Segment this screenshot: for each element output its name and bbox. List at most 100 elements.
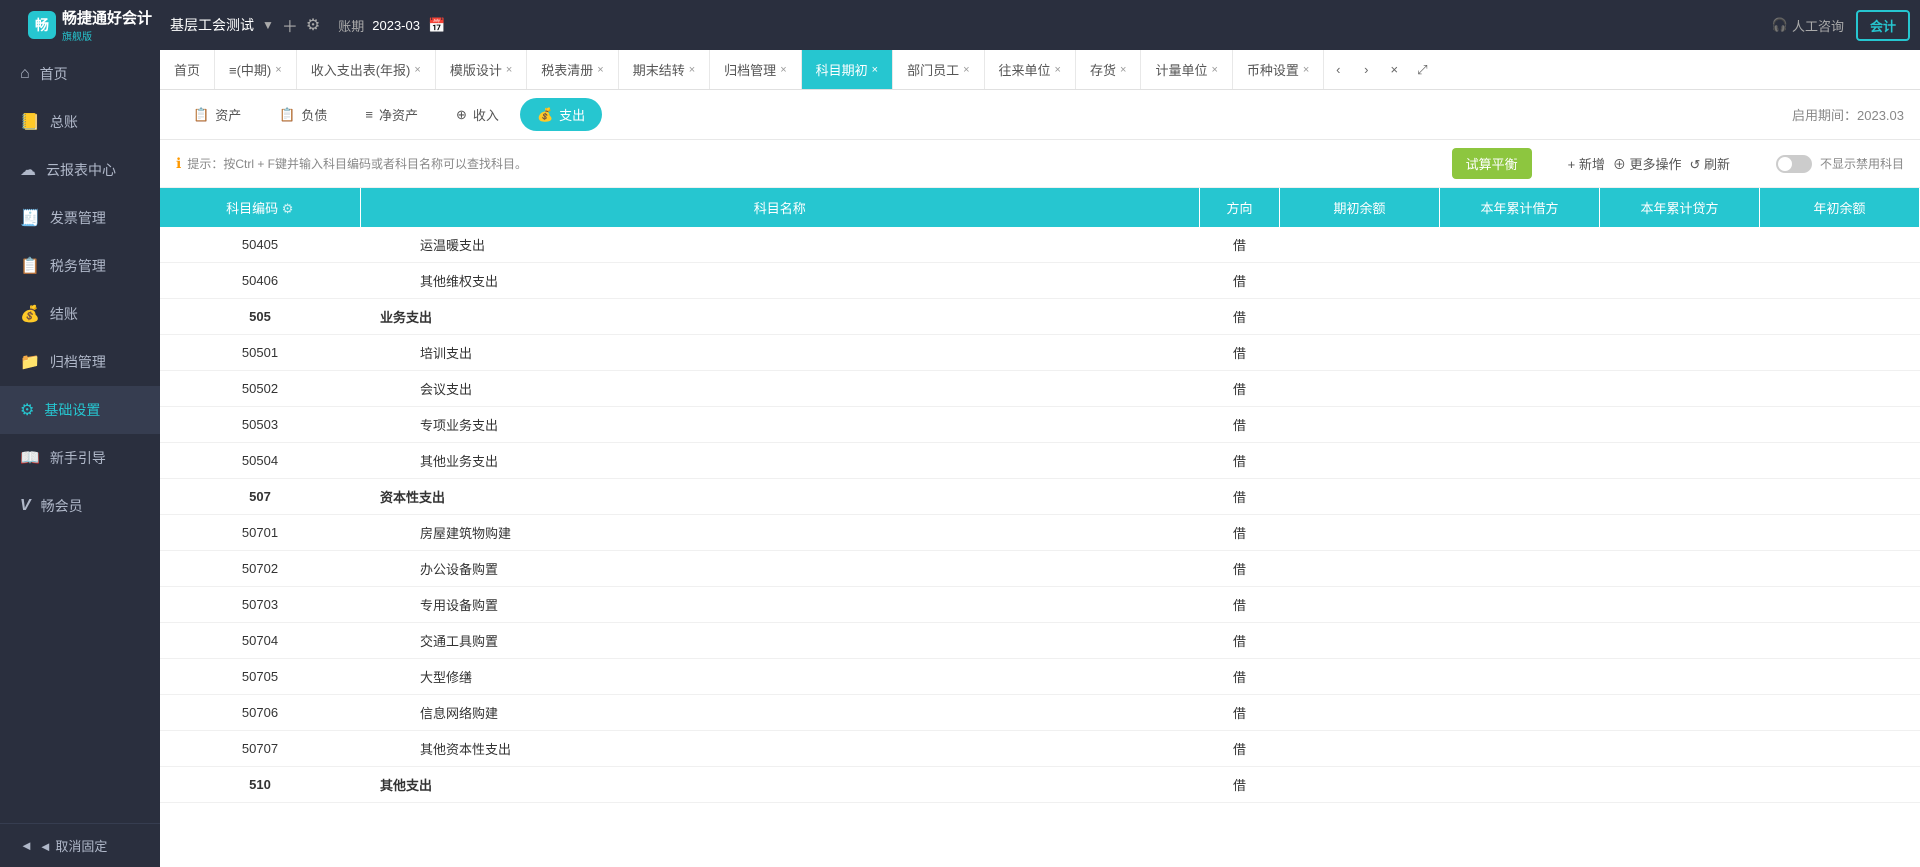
tab-nav-next[interactable]: › (1352, 50, 1380, 89)
table-row[interactable]: 50702 办公设备购置 借 (160, 551, 1920, 587)
cell-year-debit (1440, 479, 1600, 515)
company-name[interactable]: 基层工会测试 (170, 15, 254, 35)
tab-inventory[interactable]: 存货 × (1076, 50, 1141, 89)
sidebar-item-tax[interactable]: 📋 税务管理 (0, 242, 160, 290)
sidebar-item-checkout[interactable]: 💰 结账 (0, 290, 160, 338)
cell-year-credit (1600, 371, 1760, 407)
disable-toggle[interactable] (1776, 155, 1812, 173)
settings-icon[interactable]: ⚙ (306, 15, 320, 35)
sub-tab-expense[interactable]: 💰 支出 (520, 98, 602, 131)
tab-close-all-button[interactable]: × (1380, 50, 1408, 89)
table-row[interactable]: 50406 其他维权支出 借 (160, 263, 1920, 299)
sidebar-item-label: 畅会员 (41, 496, 83, 516)
add-company-button[interactable]: ＋ (282, 13, 298, 37)
tab-close-icon[interactable]: × (597, 64, 603, 76)
more-ops-button[interactable]: ⊕ 更多操作 (1613, 154, 1682, 173)
tab-close-icon[interactable]: × (1055, 64, 1061, 76)
sidebar-item-report[interactable]: ☁ 云报表中心 (0, 146, 160, 194)
table-row[interactable]: 50503 专项业务支出 借 (160, 407, 1920, 443)
tab-close-icon[interactable]: × (1303, 64, 1309, 76)
cell-year-credit (1600, 227, 1760, 263)
gear-icon[interactable]: ⚙ (282, 201, 294, 216)
sub-tab-label: 收入 (473, 105, 499, 124)
cell-year-debit (1440, 695, 1600, 731)
sidebar-item-archive[interactable]: 📁 归档管理 (0, 338, 160, 386)
sub-tab-income[interactable]: ⊕ 收入 (439, 98, 516, 131)
sidebar: ⌂ 首页 📒 总账 ☁ 云报表中心 🧾 发票管理 📋 税务管理 💰 结账 📁 归… (0, 50, 160, 867)
tab-period-end[interactable]: 期末结转 × (619, 50, 710, 89)
add-button[interactable]: + 新增 (1568, 154, 1605, 173)
table-row[interactable]: 50703 专用设备购置 借 (160, 587, 1920, 623)
service-button[interactable]: 🎧 人工咨询 (1772, 16, 1844, 35)
calendar-icon[interactable]: 📅 (428, 17, 445, 34)
sub-tab-asset[interactable]: 📋 资产 (176, 98, 258, 131)
tab-archive[interactable]: 归档管理 × (710, 50, 801, 89)
tab-close-icon[interactable]: × (1211, 64, 1217, 76)
table-row[interactable]: 507 资本性支出 借 (160, 479, 1920, 515)
sidebar-item-ledger[interactable]: 📒 总账 (0, 98, 160, 146)
tab-home[interactable]: 首页 (160, 50, 215, 89)
tab-income[interactable]: 收入支出表(年报) × (297, 50, 436, 89)
sub-tab-liability[interactable]: 📋 负债 (262, 98, 344, 131)
tab-close-icon[interactable]: × (872, 64, 878, 76)
tab-close-icon[interactable]: × (275, 64, 281, 76)
hint-bar: ℹ 提示：按Ctrl + F键并输入科目编码或者科目名称可以查找科目。 试算平衡… (160, 140, 1920, 188)
table-row[interactable]: 50501 培训支出 借 (160, 335, 1920, 371)
tab-close-icon[interactable]: × (963, 64, 969, 76)
trial-balance-button[interactable]: 试算平衡 (1452, 148, 1532, 179)
hint-icon: ℹ (176, 155, 181, 172)
sidebar-collapse-button[interactable]: ◄ ◄ 取消固定 (0, 823, 160, 867)
sub-tab-label: 支出 (559, 105, 585, 124)
tab-dept-employee[interactable]: 部门员工 × (893, 50, 984, 89)
cell-year-credit (1600, 335, 1760, 371)
sub-tab-net-asset[interactable]: ≡ 净资产 (348, 98, 435, 131)
tab-contacts[interactable]: 往来单位 × (985, 50, 1076, 89)
table-row[interactable]: 50502 会议支出 借 (160, 371, 1920, 407)
company-dropdown-icon[interactable]: ▼ (262, 18, 274, 32)
tab-template[interactable]: 模版设计 × (436, 50, 527, 89)
main-layout: ⌂ 首页 📒 总账 ☁ 云报表中心 🧾 发票管理 📋 税务管理 💰 结账 📁 归… (0, 50, 1920, 867)
cell-year-debit (1440, 335, 1600, 371)
cell-year-credit (1600, 767, 1760, 803)
account-button[interactable]: 会计 (1856, 10, 1910, 41)
table-row[interactable]: 50706 信息网络购建 借 (160, 695, 1920, 731)
tab-label: 归档管理 (724, 60, 776, 79)
tab-nav-prev[interactable]: ‹ (1324, 50, 1352, 89)
table-row[interactable]: 50504 其他业务支出 借 (160, 443, 1920, 479)
tab-close-icon[interactable]: × (689, 64, 695, 76)
col-year-balance: 年初余额 (1760, 188, 1920, 227)
sidebar-item-label: 发票管理 (50, 208, 106, 228)
cell-year-debit (1440, 299, 1600, 335)
table-row[interactable]: 510 其他支出 借 (160, 767, 1920, 803)
sidebar-item-guide[interactable]: 📖 新手引导 (0, 434, 160, 482)
table-row[interactable]: 50704 交通工具购置 借 (160, 623, 1920, 659)
table-row[interactable]: 50707 其他资本性支出 借 (160, 731, 1920, 767)
cell-year-balance (1760, 695, 1920, 731)
sidebar-item-basic[interactable]: ⚙ 基础设置 (0, 386, 160, 434)
refresh-button[interactable]: ↺ 刷新 (1689, 154, 1730, 173)
table-row[interactable]: 50405 运温暖支出 借 (160, 227, 1920, 263)
tab-unit[interactable]: 计量单位 × (1141, 50, 1232, 89)
tab-tax[interactable]: 税表清册 × (527, 50, 618, 89)
cell-name: 资本性支出 (360, 479, 1200, 515)
tab-interim[interactable]: ≡(中期) × (215, 50, 297, 89)
sidebar-item-member[interactable]: V 畅会员 (0, 482, 160, 530)
cell-year-balance (1760, 479, 1920, 515)
table-row[interactable]: 50701 房屋建筑物购建 借 (160, 515, 1920, 551)
tab-subject-period[interactable]: 科目期初 × (802, 50, 893, 89)
settings-icon: ⚙ (20, 400, 34, 420)
tab-close-icon[interactable]: × (414, 64, 420, 76)
cell-year-debit (1440, 767, 1600, 803)
tab-close-icon[interactable]: × (506, 64, 512, 76)
table-row[interactable]: 505 业务支出 借 (160, 299, 1920, 335)
cell-year-balance (1760, 659, 1920, 695)
cell-period-balance (1280, 731, 1440, 767)
tab-close-icon[interactable]: × (1120, 64, 1126, 76)
tab-currency[interactable]: 币种设置 × (1233, 50, 1324, 89)
tab-expand-button[interactable]: ⤢ (1408, 50, 1436, 89)
sidebar-item-home[interactable]: ⌂ 首页 (0, 50, 160, 98)
sidebar-item-invoice[interactable]: 🧾 发票管理 (0, 194, 160, 242)
table-row[interactable]: 50705 大型修缮 借 (160, 659, 1920, 695)
tab-close-icon[interactable]: × (780, 64, 786, 76)
tax-icon: 📋 (20, 256, 40, 276)
